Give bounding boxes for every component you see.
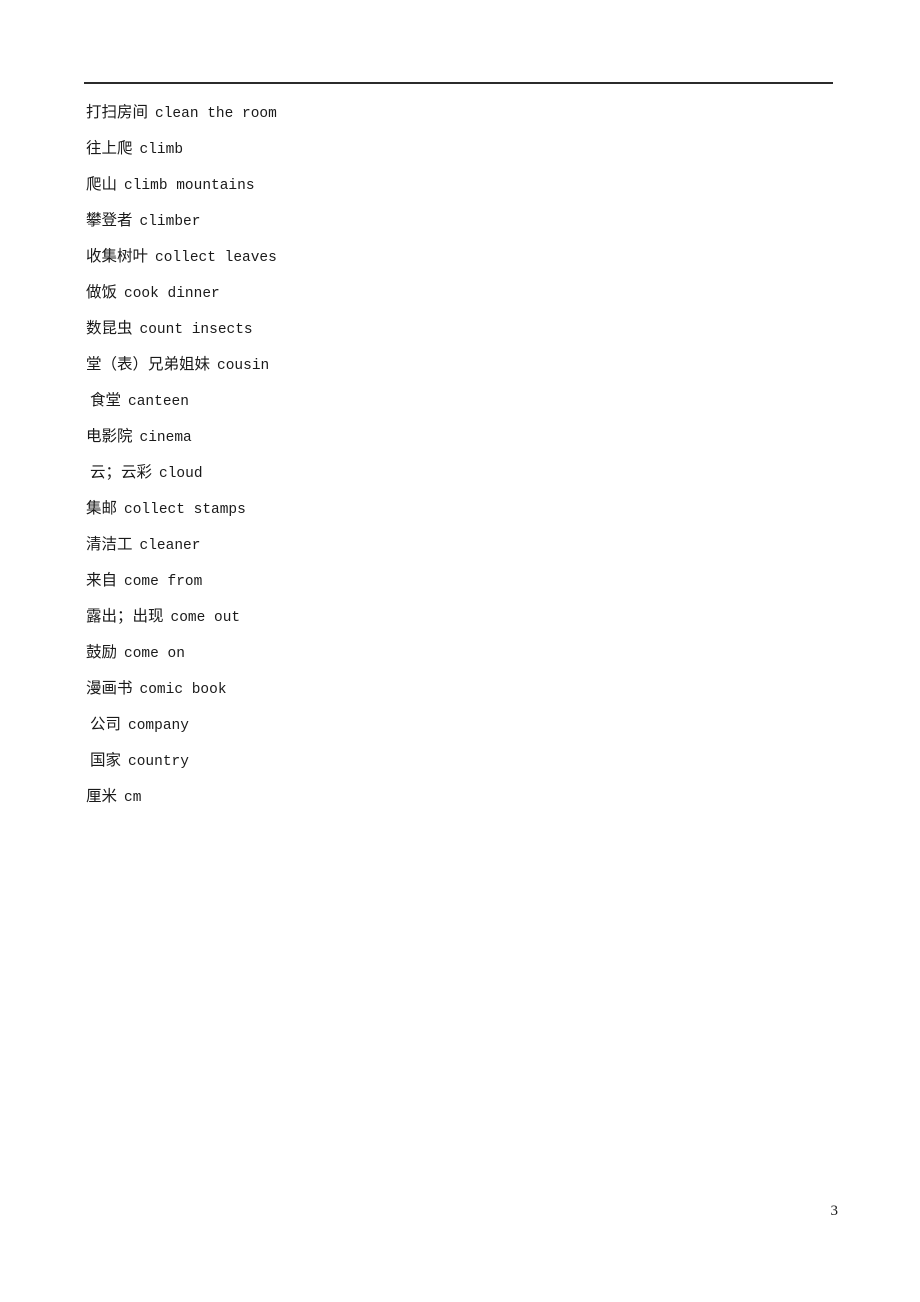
vocabulary-entry: 电影院 cinema xyxy=(86,418,846,454)
vocabulary-entry: 食堂 canteen xyxy=(86,382,846,418)
entry-chinese: 数昆虫 xyxy=(86,319,133,337)
vocabulary-entry: 集邮 collect stamps xyxy=(86,490,846,526)
entry-chinese: 云；云彩 xyxy=(90,463,153,481)
entry-english: climb xyxy=(139,142,184,158)
vocabulary-entry: 数昆虫 count insects xyxy=(86,310,846,346)
entry-chinese: 食堂 xyxy=(90,391,122,409)
entry-english: come from xyxy=(124,574,203,590)
vocabulary-entry: 公司 company xyxy=(86,706,846,742)
entry-english: collect stamps xyxy=(124,502,246,518)
vocabulary-entry: 云；云彩 cloud xyxy=(86,454,846,490)
entry-chinese: 电影院 xyxy=(86,427,133,445)
entry-english: climb mountains xyxy=(124,178,255,194)
entry-chinese: 厘米 xyxy=(86,787,118,805)
vocabulary-entry: 露出；出现 come out xyxy=(86,598,846,634)
entry-english: come out xyxy=(170,610,241,626)
entry-chinese: 集邮 xyxy=(86,499,118,517)
entry-chinese: 收集树叶 xyxy=(86,247,149,265)
entry-chinese: 爬山 xyxy=(86,175,118,193)
entry-chinese: 做饭 xyxy=(86,283,118,301)
entry-chinese: 来自 xyxy=(86,571,118,589)
entry-english: climber xyxy=(139,214,201,230)
document-page: 打扫房间 clean the room 往上爬 climb 爬山 climb mounta… xyxy=(0,0,920,1302)
entry-english: collect leaves xyxy=(155,250,277,266)
vocabulary-entry: 做饭 cook dinner xyxy=(86,274,846,310)
vocabulary-entry: 收集树叶 collect leaves xyxy=(86,238,846,274)
entry-chinese: 露出；出现 xyxy=(86,607,164,625)
vocabulary-entry: 堂（表）兄弟姐妹 cousin xyxy=(86,346,846,382)
entry-english: come on xyxy=(124,646,185,662)
entry-chinese: 漫画书 xyxy=(86,679,133,697)
entry-english: cloud xyxy=(159,466,203,482)
entry-english: cousin xyxy=(217,358,270,374)
entry-chinese: 公司 xyxy=(90,715,122,733)
entry-english: cleaner xyxy=(139,538,201,554)
vocabulary-entry: 厘米 cm xyxy=(86,778,846,814)
entry-chinese: 国家 xyxy=(90,751,122,769)
entry-chinese: 堂（表）兄弟姐妹 xyxy=(86,355,211,373)
entry-chinese: 打扫房间 xyxy=(86,103,149,121)
entry-english: canteen xyxy=(128,394,189,410)
entry-english: count insects xyxy=(139,322,253,338)
vocabulary-entry: 清洁工 cleaner xyxy=(86,526,846,562)
entry-english: comic book xyxy=(139,682,227,698)
vocabulary-entry: 攀登者 climber xyxy=(86,202,846,238)
vocabulary-entry: 往上爬 climb xyxy=(86,130,846,166)
entry-chinese: 往上爬 xyxy=(86,139,133,157)
page-number: 3 xyxy=(830,1203,839,1219)
header-rule xyxy=(84,82,833,84)
entry-english: cook dinner xyxy=(124,286,220,302)
entry-english: company xyxy=(128,718,189,734)
vocabulary-entry: 鼓励 come on xyxy=(86,634,846,670)
vocabulary-entry: 爬山 climb mountains xyxy=(86,166,846,202)
vocabulary-list: 打扫房间 clean the room 往上爬 climb 爬山 climb mounta… xyxy=(86,94,846,814)
entry-english: clean the room xyxy=(155,106,277,122)
vocabulary-entry: 打扫房间 clean the room xyxy=(86,94,846,130)
vocabulary-entry: 来自 come from xyxy=(86,562,846,598)
vocabulary-entry: 国家 country xyxy=(86,742,846,778)
entry-english: country xyxy=(128,754,189,770)
entry-english: cinema xyxy=(139,430,192,446)
vocabulary-entry: 漫画书 comic book xyxy=(86,670,846,706)
entry-chinese: 攀登者 xyxy=(86,211,133,229)
entry-chinese: 鼓励 xyxy=(86,643,118,661)
entry-english: cm xyxy=(124,790,142,806)
entry-chinese: 清洁工 xyxy=(86,535,133,553)
